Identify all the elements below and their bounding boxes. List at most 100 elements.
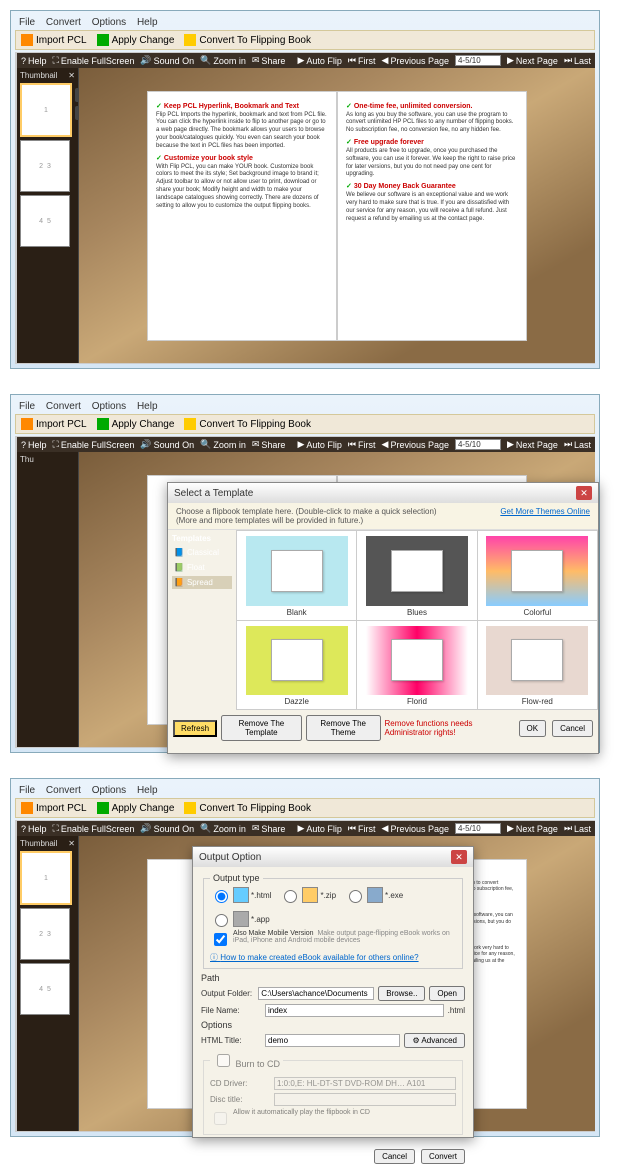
- radio-html[interactable]: *.html: [210, 887, 271, 903]
- menu-file[interactable]: File: [19, 785, 35, 796]
- autoflip-button[interactable]: ▶ Auto Flip: [297, 439, 341, 450]
- menu-help[interactable]: Help: [137, 17, 158, 28]
- apply-change-button[interactable]: Apply Change: [97, 802, 175, 814]
- convert-button[interactable]: Convert To Flipping Book: [184, 802, 311, 814]
- cancel-button[interactable]: Cancel: [552, 720, 593, 737]
- tpl-dazzle[interactable]: Dazzle: [237, 621, 356, 710]
- remove-theme-button[interactable]: Remove The Theme: [306, 715, 381, 741]
- cat-classical[interactable]: 📘 Classical: [172, 546, 232, 559]
- convert-button[interactable]: Convert To Flipping Book: [184, 418, 311, 430]
- close-thumbnails-icon[interactable]: ✕: [68, 71, 75, 80]
- menu-help[interactable]: Help: [137, 401, 158, 412]
- radio-zip[interactable]: *.zip: [279, 887, 336, 903]
- thumb-4-5[interactable]: 4 5: [20, 963, 70, 1015]
- first-button[interactable]: ⏮ First: [348, 439, 376, 450]
- sound-button[interactable]: 🔊 Sound On: [140, 55, 194, 66]
- help-button[interactable]: ? Help: [21, 824, 47, 834]
- menu-file[interactable]: File: [19, 17, 35, 28]
- nextpage-button[interactable]: ▶ Next Page: [507, 55, 558, 66]
- dialog-desc2: (More and more templates will be provide…: [176, 516, 437, 525]
- cat-float[interactable]: 📗 Float: [172, 561, 232, 574]
- cat-spread[interactable]: 📙 Spread: [172, 576, 232, 589]
- help-button[interactable]: ? Help: [21, 56, 47, 66]
- menu-convert[interactable]: Convert: [46, 17, 81, 28]
- zoom-button[interactable]: 🔍 Zoom in: [200, 823, 246, 834]
- prevpage-button[interactable]: ◀ Previous Page: [382, 55, 449, 66]
- thumb-2-3[interactable]: 2 3: [20, 140, 70, 192]
- last-button[interactable]: ⏭ Last: [564, 823, 591, 834]
- output-folder-input[interactable]: [258, 987, 374, 1000]
- thumb-4-5[interactable]: 4 5: [20, 195, 70, 247]
- share-button[interactable]: ✉ Share: [252, 823, 286, 834]
- nextpage-button[interactable]: ▶ Next Page: [507, 823, 558, 834]
- tpl-blank[interactable]: Blank: [237, 531, 356, 620]
- autoflip-button[interactable]: ▶ Auto Flip: [297, 823, 341, 834]
- radio-exe[interactable]: *.exe: [344, 887, 403, 903]
- zoom-button[interactable]: 🔍 Zoom in: [200, 55, 246, 66]
- refresh-button[interactable]: Refresh: [173, 720, 217, 737]
- disc-title-input: [274, 1093, 456, 1106]
- share-button[interactable]: ✉ Share: [252, 55, 286, 66]
- htmltitle-input[interactable]: [265, 1034, 400, 1047]
- browse-button[interactable]: Browse..: [378, 986, 425, 1001]
- thumb-2-3[interactable]: 2 3: [20, 908, 70, 960]
- sound-button[interactable]: 🔊 Sound On: [140, 439, 194, 450]
- fullscreen-button[interactable]: ⛶ Enable FullScreen: [53, 439, 135, 450]
- burn-cd-checkbox[interactable]: [217, 1054, 230, 1067]
- thumb-1[interactable]: 1: [20, 851, 72, 905]
- open-button[interactable]: Open: [429, 986, 465, 1001]
- import-pcl-button[interactable]: Import PCL: [21, 418, 87, 430]
- fullscreen-button[interactable]: ⛶ Enable FullScreen: [53, 823, 135, 834]
- share-button[interactable]: ✉ Share: [252, 439, 286, 450]
- menu-help[interactable]: Help: [137, 785, 158, 796]
- autoflip-button[interactable]: ▶ Auto Flip: [297, 55, 341, 66]
- thumb-1[interactable]: 1: [20, 83, 72, 137]
- remove-template-button[interactable]: Remove The Template: [221, 715, 302, 741]
- apply-change-button[interactable]: Apply Change: [97, 34, 175, 46]
- tpl-blues[interactable]: Blues: [357, 531, 476, 620]
- tpl-flowred[interactable]: Flow-red: [478, 621, 597, 710]
- convert-button[interactable]: Convert To Flipping Book: [184, 34, 311, 46]
- help-button[interactable]: ? Help: [21, 440, 47, 450]
- first-button[interactable]: ⏮ First: [348, 823, 376, 834]
- last-button[interactable]: ⏭ Last: [564, 439, 591, 450]
- tpl-florid[interactable]: Florid: [357, 621, 476, 710]
- menu-options[interactable]: Options: [92, 785, 126, 796]
- close-icon[interactable]: ✕: [451, 850, 467, 864]
- cancel-button[interactable]: Cancel: [374, 1149, 415, 1164]
- more-themes-link[interactable]: Get More Themes Online: [500, 507, 590, 525]
- fullscreen-button[interactable]: ⛶ Enable FullScreen: [53, 55, 135, 66]
- last-button[interactable]: ⏭ Last: [564, 55, 591, 66]
- prevpage-button[interactable]: ◀ Previous Page: [382, 823, 449, 834]
- convert-output-button[interactable]: Convert: [421, 1149, 465, 1164]
- menu-options[interactable]: Options: [92, 17, 126, 28]
- prevpage-button[interactable]: ◀ Previous Page: [382, 439, 449, 450]
- import-pcl-button[interactable]: Import PCL: [21, 802, 87, 814]
- page-indicator[interactable]: [455, 55, 501, 66]
- close-icon[interactable]: ✕: [576, 486, 592, 500]
- also-mobile-checkbox[interactable]: [214, 933, 227, 946]
- apply-change-button[interactable]: Apply Change: [97, 418, 175, 430]
- output-type-group: Output type *.html *.zip *.exe *.app Als…: [203, 873, 463, 969]
- menu-convert[interactable]: Convert: [46, 785, 81, 796]
- sound-button[interactable]: 🔊 Sound On: [140, 823, 194, 834]
- zoom-button[interactable]: 🔍 Zoom in: [200, 439, 246, 450]
- output-option-dialog: Output Option✕ Output type *.html *.zip …: [192, 846, 474, 1138]
- close-thumbnails-icon[interactable]: ✕: [68, 839, 75, 848]
- radio-app[interactable]: *.app: [210, 911, 270, 927]
- flipbook[interactable]: Keep PCL Hyperlink, Bookmark and TextFli…: [147, 91, 527, 341]
- nextpage-button[interactable]: ▶ Next Page: [507, 439, 558, 450]
- ok-button[interactable]: OK: [519, 720, 547, 737]
- menu-convert[interactable]: Convert: [46, 401, 81, 412]
- menu-file[interactable]: File: [19, 401, 35, 412]
- tpl-colorful[interactable]: Colorful: [478, 531, 597, 620]
- menubar: File Convert Options Help: [15, 15, 595, 30]
- filename-input[interactable]: [265, 1004, 444, 1017]
- page-indicator[interactable]: [455, 439, 501, 450]
- page-indicator[interactable]: [455, 823, 501, 834]
- advanced-button[interactable]: ⚙ Advanced: [404, 1033, 465, 1048]
- how-link[interactable]: ⓘ How to make created eBook available fo…: [210, 952, 419, 963]
- import-pcl-button[interactable]: Import PCL: [21, 34, 87, 46]
- first-button[interactable]: ⏮ First: [348, 55, 376, 66]
- menu-options[interactable]: Options: [92, 401, 126, 412]
